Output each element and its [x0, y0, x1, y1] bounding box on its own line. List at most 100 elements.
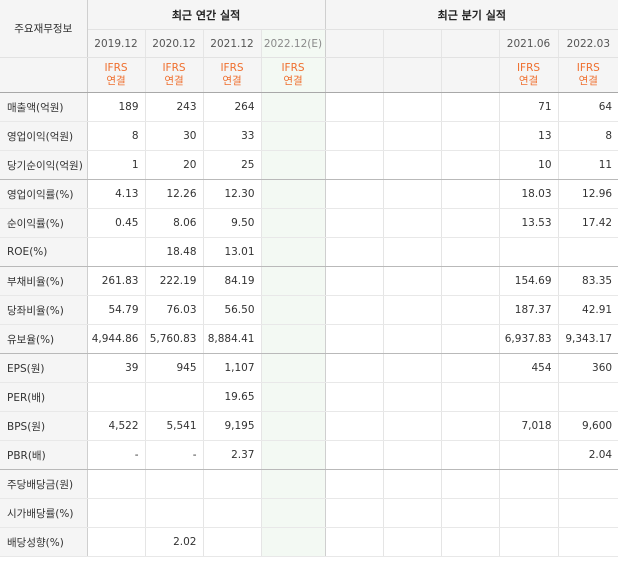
quarter-value-cell [325, 469, 384, 499]
row-label: 매출액(억원) [0, 92, 88, 122]
quarter-value-cell [383, 150, 442, 180]
annual-value-cell: 8 [87, 121, 146, 151]
quarter-value-cell: 64 [558, 92, 618, 122]
accounting-blank [441, 57, 500, 93]
table-row: 순이익률(%) 0.45 8.06 9.50 13.53 17.42 [0, 208, 618, 238]
annual-estimate-cell [261, 208, 326, 238]
annual-estimate-cell [261, 266, 326, 296]
consolidated-label: 연결 [164, 75, 184, 87]
quarter-value-cell [383, 382, 442, 412]
annual-value-cell: 2.02 [145, 527, 204, 557]
quarter-value-cell [325, 498, 384, 528]
ifrs-label: IFRS [162, 62, 186, 74]
quarter-value-cell: 9,600 [558, 411, 618, 441]
quarter-results-header: 최근 분기 실적 [325, 0, 618, 30]
annual-estimate-cell [261, 179, 326, 209]
table-row: 영업이익(억원) 8 30 33 13 8 [0, 121, 618, 151]
quarter-value-cell [499, 527, 559, 557]
annual-value-cell [145, 498, 204, 528]
accounting-standard: IFRS 연결 [558, 57, 618, 93]
annual-value-cell: 5,541 [145, 411, 204, 441]
quarter-value-cell: 11 [558, 150, 618, 180]
accounting-standard: IFRS 연결 [87, 57, 146, 93]
table-row: EPS(원) 39 945 1,107 454 360 [0, 353, 618, 383]
table-row: 당좌비율(%) 54.79 76.03 56.50 187.37 42.91 [0, 295, 618, 325]
quarter-value-cell: 13.53 [499, 208, 559, 238]
table-row: 매출액(억원) 189 243 264 71 64 [0, 92, 618, 122]
quarter-period-header: 2022.03 [558, 29, 618, 58]
annual-value-cell: 9.50 [203, 208, 262, 238]
annual-value-cell: 39 [87, 353, 146, 383]
quarter-value-cell [383, 295, 442, 325]
annual-value-cell [145, 469, 204, 499]
quarter-value-cell [325, 382, 384, 412]
accounting-standard: IFRS 연결 [499, 57, 559, 93]
annual-value-cell: 243 [145, 92, 204, 122]
table-row: 유보율(%) 4,944.86 5,760.83 8,884.41 6,937.83 9,… [0, 324, 618, 354]
annual-estimate-cell [261, 498, 326, 528]
annual-estimate-cell [261, 121, 326, 151]
quarter-value-cell [558, 498, 618, 528]
annual-estimate-cell [261, 353, 326, 383]
consolidated-label: 연결 [518, 75, 539, 87]
quarter-value-cell [383, 179, 442, 209]
quarter-value-cell: 154.69 [499, 266, 559, 296]
quarter-value-cell [325, 353, 384, 383]
quarter-value-cell [325, 266, 384, 296]
quarter-value-cell [325, 179, 384, 209]
quarter-value-cell: 42.91 [558, 295, 618, 325]
quarter-value-cell [441, 324, 500, 354]
row-label-header: 주요재무정보 [0, 0, 88, 58]
row-label: 당좌비율(%) [0, 295, 88, 325]
annual-period-header: 2020.12 [145, 29, 204, 58]
annual-value-cell: 9,195 [203, 411, 262, 441]
quarter-value-cell: 12.96 [558, 179, 618, 209]
quarter-period-header: 2021.06 [499, 29, 559, 58]
financial-summary-table: 주요재무정보 최근 연간 실적 최근 분기 실적 2019.12 2020.12… [0, 0, 618, 557]
annual-value-cell: 20 [145, 150, 204, 180]
annual-value-cell: 54.79 [87, 295, 146, 325]
quarter-value-cell [558, 527, 618, 557]
quarter-value-cell [325, 150, 384, 180]
row-label: 영업이익률(%) [0, 179, 88, 209]
ifrs-label: IFRS [281, 62, 305, 74]
quarter-value-cell [441, 150, 500, 180]
annual-value-cell: 12.26 [145, 179, 204, 209]
quarter-value-cell [325, 440, 384, 470]
quarter-value-cell [383, 469, 442, 499]
table-row: 주당배당금(원) [0, 469, 618, 499]
table-row: 시가배당률(%) [0, 498, 618, 528]
annual-value-cell [87, 237, 146, 267]
annual-value-cell: 19.65 [203, 382, 262, 412]
quarter-value-cell [499, 498, 559, 528]
annual-value-cell: 4.13 [87, 179, 146, 209]
annual-results-header: 최근 연간 실적 [87, 0, 326, 30]
ifrs-label: IFRS [104, 62, 128, 74]
annual-value-cell: 5,760.83 [145, 324, 204, 354]
quarter-value-cell [325, 92, 384, 122]
quarter-value-cell [441, 469, 500, 499]
annual-value-cell: 4,944.86 [87, 324, 146, 354]
row-label: 순이익률(%) [0, 208, 88, 238]
consolidated-label: 연결 [106, 75, 126, 87]
annual-value-cell: 13.01 [203, 237, 262, 267]
row-label: 배당성향(%) [0, 527, 88, 557]
quarter-value-cell: 17.42 [558, 208, 618, 238]
quarter-value-cell [325, 527, 384, 557]
annual-value-cell [145, 382, 204, 412]
annual-value-cell: 8.06 [145, 208, 204, 238]
quarter-value-cell [558, 469, 618, 499]
quarter-value-cell: 83.35 [558, 266, 618, 296]
table-row: 배당성향(%) 2.02 [0, 527, 618, 557]
annual-value-cell [203, 469, 262, 499]
quarter-value-cell [383, 527, 442, 557]
annual-value-cell: 33 [203, 121, 262, 151]
annual-value-cell: - [87, 440, 146, 470]
quarter-value-cell [558, 382, 618, 412]
annual-period-header: 2019.12 [87, 29, 146, 58]
ifrs-label: IFRS [576, 62, 600, 74]
quarter-value-cell: 71 [499, 92, 559, 122]
annual-value-cell: 945 [145, 353, 204, 383]
quarter-value-cell [441, 382, 500, 412]
table-row: 당기순이익(억원) 1 20 25 10 11 [0, 150, 618, 180]
